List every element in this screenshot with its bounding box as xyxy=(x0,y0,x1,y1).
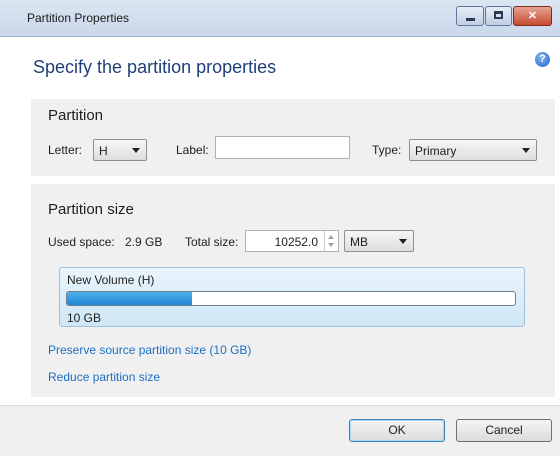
maximize-button[interactable] xyxy=(485,6,512,26)
total-size-value: 10252.0 xyxy=(274,235,318,249)
minimize-icon xyxy=(466,18,475,21)
total-size-stepper[interactable]: 10252.0 xyxy=(245,230,339,252)
partition-section-title: Partition xyxy=(48,107,104,124)
chevron-down-icon xyxy=(522,148,530,153)
unit-dropdown[interactable]: MB xyxy=(344,230,414,252)
page-title: Specify the partition properties xyxy=(33,57,277,77)
partition-size-section-title: Partition size xyxy=(48,201,134,218)
volume-usage-fill xyxy=(67,292,193,305)
minimize-button[interactable] xyxy=(456,6,484,26)
title-bar[interactable]: Partition Properties ✕ xyxy=(0,0,560,37)
type-value: Primary xyxy=(415,144,457,158)
cancel-button[interactable]: Cancel xyxy=(456,419,552,442)
letter-dropdown[interactable]: H xyxy=(93,139,147,161)
partition-properties-window: Partition Properties ✕ Specify the parti… xyxy=(0,0,560,456)
partition-size-panel: Partition size Used space: 2.9 GB Total … xyxy=(31,184,555,397)
close-icon: ✕ xyxy=(527,10,538,22)
ok-button[interactable]: OK xyxy=(349,419,445,442)
partition-panel: Partition Letter: H Label: Type: Primary xyxy=(31,99,555,176)
letter-value: H xyxy=(99,144,108,158)
letter-label: Letter: xyxy=(48,143,83,157)
volume-size: 10 GB xyxy=(67,311,102,325)
type-label: Type: xyxy=(372,143,402,157)
type-dropdown[interactable]: Primary xyxy=(409,139,537,161)
volume-name: New Volume (H) xyxy=(67,273,155,287)
close-button[interactable]: ✕ xyxy=(513,6,552,26)
label-input[interactable] xyxy=(215,136,350,159)
dialog-footer: OK Cancel xyxy=(0,405,560,456)
volume-box[interactable]: New Volume (H) 10 GB xyxy=(59,267,525,327)
maximize-icon xyxy=(494,11,503,19)
stepper-buttons[interactable] xyxy=(324,231,338,251)
total-size-label: Total size: xyxy=(185,235,239,249)
chevron-down-icon xyxy=(399,239,407,244)
used-space-value: 2.9 GB xyxy=(125,235,163,249)
unit-value: MB xyxy=(350,235,368,249)
chevron-up-icon[interactable] xyxy=(328,235,334,239)
label-label: Label: xyxy=(176,143,209,157)
used-space-label: Used space: xyxy=(48,235,115,249)
chevron-down-icon[interactable] xyxy=(328,243,334,247)
chevron-down-icon xyxy=(132,148,140,153)
preserve-size-link[interactable]: Preserve source partition size (10 GB) xyxy=(48,343,251,357)
reduce-size-link[interactable]: Reduce partition size xyxy=(48,370,160,384)
help-icon[interactable]: ? xyxy=(535,52,550,67)
window-title: Partition Properties xyxy=(27,11,130,25)
volume-usage-bar[interactable] xyxy=(66,291,516,306)
